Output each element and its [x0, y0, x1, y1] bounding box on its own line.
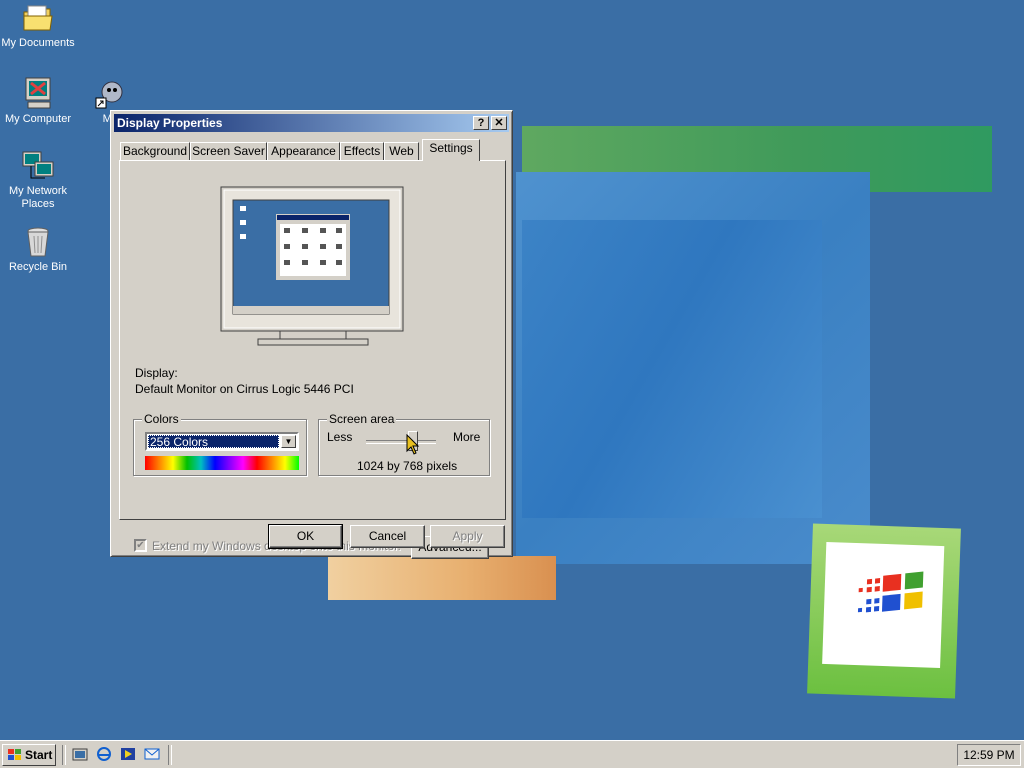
dialog-title: Display Properties — [117, 116, 223, 130]
desktop-icon-label: Recycle Bin — [8, 261, 68, 273]
close-button[interactable]: ✕ — [491, 116, 507, 130]
computer-icon — [25, 77, 51, 109]
desktop-icon-recycle-bin[interactable]: Recycle Bin — [0, 226, 76, 274]
desktop-icon-label: My Documents — [1, 37, 75, 49]
monitor-preview-icon — [220, 186, 404, 346]
cancel-button[interactable]: Cancel — [350, 525, 425, 548]
system-tray-clock[interactable]: 12:59 PM — [957, 744, 1021, 766]
windows-flag-icon — [857, 571, 924, 613]
display-value: Default Monitor on Cirrus Logic 5446 PCI — [135, 382, 354, 396]
slider-more-label: More — [453, 430, 481, 444]
ok-button[interactable]: OK — [268, 524, 343, 549]
tab-settings[interactable]: Settings — [422, 139, 480, 161]
help-button[interactable]: ? — [473, 116, 489, 130]
settings-panel: Display: Default Monitor on Cirrus Logic… — [119, 160, 506, 559]
colors-group: Colors 256 Colors ▼ — [133, 412, 307, 476]
wallpaper-blue-inner-square — [522, 220, 822, 518]
recycle-bin-icon — [27, 227, 49, 257]
tab-effects[interactable]: Effects — [340, 142, 384, 160]
desktop-icon-label: My Network Places — [8, 185, 68, 210]
wallpaper-orange-band — [328, 556, 556, 600]
windows-logo-wallpaper — [807, 523, 961, 699]
shortcut-icon — [95, 81, 123, 109]
taskbar-separator — [168, 745, 172, 765]
desktop-icon-my-network-places[interactable]: My Network Places — [0, 150, 76, 211]
screen-area-group: Screen area Less More 1024 by 768 pixels — [318, 412, 490, 476]
chevron-down-icon[interactable]: ▼ — [281, 435, 296, 448]
colors-dropdown[interactable]: 256 Colors ▼ — [145, 432, 299, 451]
colors-selected-value: 256 Colors — [148, 435, 279, 449]
screen-resolution-value: 1024 by 768 pixels — [357, 459, 458, 473]
screen-area-slider-track[interactable] — [366, 440, 436, 444]
display-properties-dialog: Display Properties ? ✕ Background Screen… — [110, 110, 513, 559]
show-desktop-icon[interactable] — [72, 746, 88, 762]
tab-screen-saver[interactable]: Screen Saver — [190, 142, 267, 160]
folder-icon — [23, 5, 53, 31]
tab-web[interactable]: Web — [384, 142, 419, 160]
display-label: Display: — [135, 366, 178, 380]
taskbar: Start 12:59 PM — [0, 740, 1024, 768]
tab-background[interactable]: Background — [120, 142, 190, 160]
outlook-express-icon[interactable] — [144, 746, 160, 762]
taskbar-separator — [62, 745, 66, 765]
desktop-icon-my-computer[interactable]: My Computer — [0, 76, 76, 126]
media-player-icon[interactable] — [120, 746, 136, 762]
apply-button[interactable]: Apply — [430, 525, 505, 548]
desktop-icon-label: My Computer — [4, 113, 72, 125]
desktop-icon-my-documents[interactable]: My Documents — [0, 4, 76, 50]
network-icon — [22, 151, 54, 179]
tab-appearance[interactable]: Appearance — [267, 142, 340, 160]
internet-explorer-icon[interactable] — [96, 746, 112, 762]
colors-legend: Colors — [142, 412, 181, 426]
windows-flag-icon — [8, 749, 21, 760]
start-label: Start — [25, 748, 53, 762]
slider-less-label: Less — [327, 430, 353, 444]
start-button[interactable]: Start — [2, 744, 56, 766]
screen-area-legend: Screen area — [327, 412, 397, 426]
color-palette-preview — [145, 456, 299, 470]
extend-desktop-checkbox[interactable]: ✔ — [134, 539, 147, 552]
mouse-cursor-icon — [406, 434, 420, 455]
dialog-titlebar[interactable]: Display Properties ? ✕ — [114, 114, 509, 132]
